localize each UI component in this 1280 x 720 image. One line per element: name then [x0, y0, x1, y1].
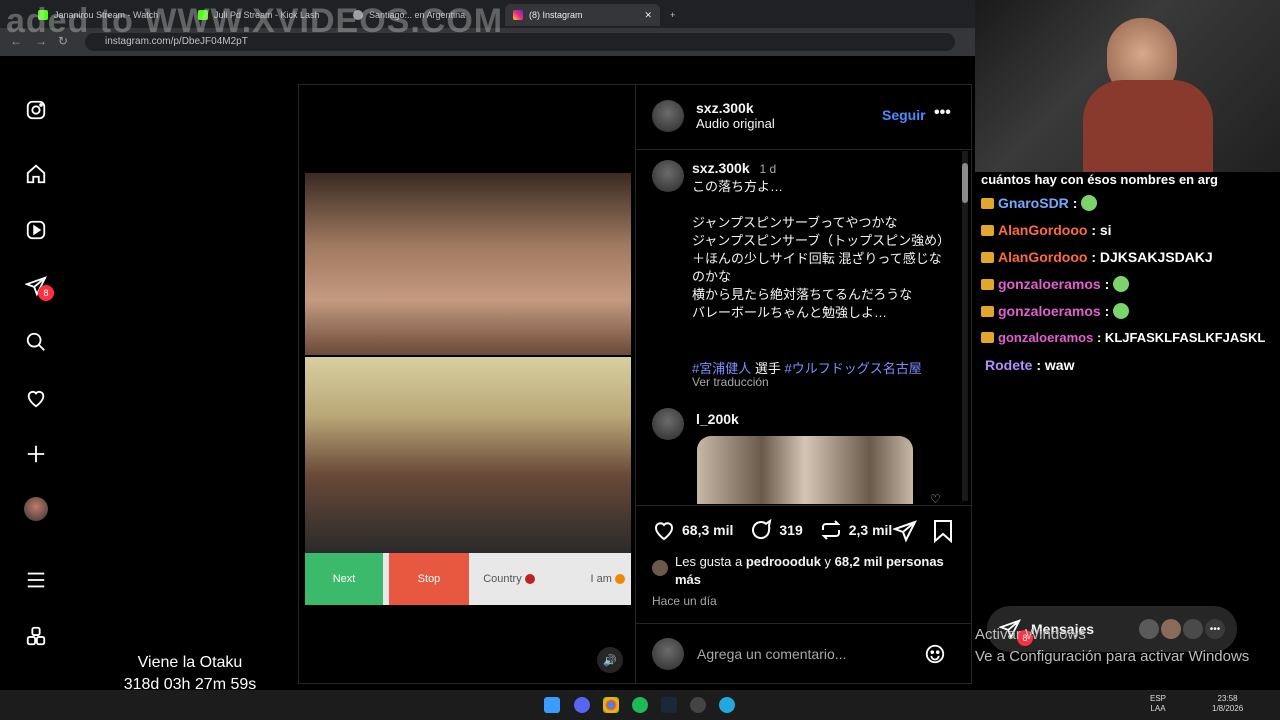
volume-icon[interactable]: 🔊 [597, 647, 623, 673]
instagram-logo-icon[interactable] [24, 98, 48, 122]
emote-icon [1081, 195, 1098, 211]
see-translation-link[interactable]: Ver traducción [692, 375, 769, 389]
actions-bar: 68,3 mil 319 2,3 mil [652, 518, 892, 542]
i-am-button: I am [549, 553, 631, 605]
liked-by-avatar[interactable] [652, 560, 668, 576]
app-icon[interactable] [719, 697, 735, 713]
badge-icon [981, 198, 994, 209]
comment-icon[interactable] [749, 518, 773, 542]
scrollbar[interactable] [962, 151, 968, 501]
like-count: 68,3 mil [682, 522, 734, 538]
caption-time: 1 d [759, 162, 777, 176]
badge-icon [981, 306, 994, 317]
emote-icon [1113, 303, 1130, 319]
badge-icon [981, 225, 994, 236]
liked-by-user[interactable]: pedroooduk [746, 554, 821, 569]
create-plus-icon[interactable] [24, 442, 48, 466]
flag-icon [615, 574, 625, 584]
heart-icon[interactable] [24, 386, 48, 410]
discord-icon[interactable] [574, 697, 590, 713]
comment-input[interactable]: Agrega un comentario... [697, 646, 846, 662]
repost-count: 2,3 mil [848, 522, 893, 538]
chat-message: gonzaloeramos : KLJFASKLFASLKFJASKL [981, 330, 1265, 345]
caption-text: この落ち方よ… ジャンプスピンサーブってやつかな ジャンプスピンサーブ（トップス… [692, 179, 951, 320]
chat-message: gonzaloeramos : [981, 303, 1130, 319]
stop-button: Stop [389, 553, 469, 605]
browser-tab-instagram[interactable]: (8) Instagram ✕ [505, 4, 660, 26]
instagram-favicon-icon [513, 10, 523, 20]
like-icon[interactable] [652, 518, 676, 542]
comment-gif [697, 436, 913, 504]
profile-avatar[interactable] [24, 497, 48, 521]
comment-like-icon[interactable]: ♡ [930, 492, 941, 506]
steam-icon[interactable] [661, 697, 677, 713]
windows-taskbar: ESP LAA 23:58 1/8/2026 [0, 690, 1280, 720]
video-pane-top [305, 173, 631, 355]
share-icon[interactable] [893, 519, 917, 543]
notification-badge: 8 [38, 285, 54, 301]
search-icon[interactable] [24, 330, 48, 354]
repost-icon[interactable] [819, 518, 843, 542]
badge-icon [981, 332, 994, 343]
chat-message: GnaroSDR : [981, 195, 1098, 211]
video-controls-bar: Next Stop Country I am [305, 553, 631, 605]
obs-icon[interactable] [690, 697, 706, 713]
comment-username[interactable]: l_200k [696, 411, 739, 427]
new-tab-button[interactable]: + [662, 4, 682, 26]
chat-message-partial: cuántos hay con ésos nombres en arg [981, 172, 1218, 187]
emoji-icon[interactable] [924, 643, 946, 665]
chat-message: AlanGordooo : si [981, 222, 1112, 238]
badge-icon [981, 252, 994, 263]
chat-message: AlanGordooo : DJKSAKJSDAKJ [981, 249, 1213, 265]
comment-avatar[interactable] [652, 408, 684, 440]
clock[interactable]: 23:58 1/8/2026 [1212, 694, 1243, 714]
overlay-title: Viene la Otaku [137, 654, 243, 671]
audio-label[interactable]: Audio original [696, 116, 775, 131]
emote-icon [1113, 276, 1130, 292]
liked-by-text: Les gusta a pedroooduk y 68,2 mil person… [675, 554, 944, 587]
chrome-icon[interactable] [603, 697, 619, 713]
language-indicator[interactable]: ESP LAA [1150, 694, 1166, 714]
caption-username[interactable]: sxz.300k [692, 160, 750, 176]
video-pane-bottom [305, 357, 631, 553]
country-button: Country [469, 553, 549, 605]
menu-icon[interactable] [24, 568, 48, 592]
my-avatar [652, 638, 684, 670]
activate-windows-watermark: Activar Windows Ve a Configuración para … [975, 626, 1250, 665]
save-icon[interactable] [932, 519, 954, 543]
caption-avatar[interactable] [652, 160, 684, 192]
hashtag-link[interactable]: #宮浦健人 [692, 361, 751, 376]
post-video[interactable]: Next Stop Country I am 🔊 [298, 84, 636, 684]
more-options-icon[interactable]: ••• [934, 104, 951, 122]
author-avatar[interactable] [652, 100, 684, 132]
post-header: sxz.300k Audio original [696, 100, 775, 131]
watermark-text: aded to WWW.XVIDEOS.COM [6, 2, 504, 40]
chat-message: gonzaloeramos : [981, 276, 1130, 292]
badge-icon [981, 279, 994, 290]
post-time: Hace un día [652, 594, 717, 608]
apps-icon[interactable] [24, 624, 48, 648]
author-username[interactable]: sxz.300k [696, 100, 775, 116]
caption-header: sxz.300k 1 d [692, 160, 776, 176]
home-icon[interactable] [24, 162, 48, 186]
flag-icon [524, 574, 535, 584]
reels-icon[interactable] [24, 218, 48, 242]
spotify-icon[interactable] [632, 697, 648, 713]
streamer-webcam [975, 0, 1280, 172]
close-icon[interactable]: ✕ [644, 10, 652, 21]
start-icon[interactable] [544, 697, 560, 713]
hashtag-link[interactable]: #ウルフドッグス名古屋 [784, 361, 921, 376]
comment-count: 319 [779, 522, 803, 538]
follow-button[interactable]: Seguir [882, 107, 926, 123]
next-button: Next [305, 553, 383, 605]
chat-message: Rodete : waw [985, 357, 1075, 373]
